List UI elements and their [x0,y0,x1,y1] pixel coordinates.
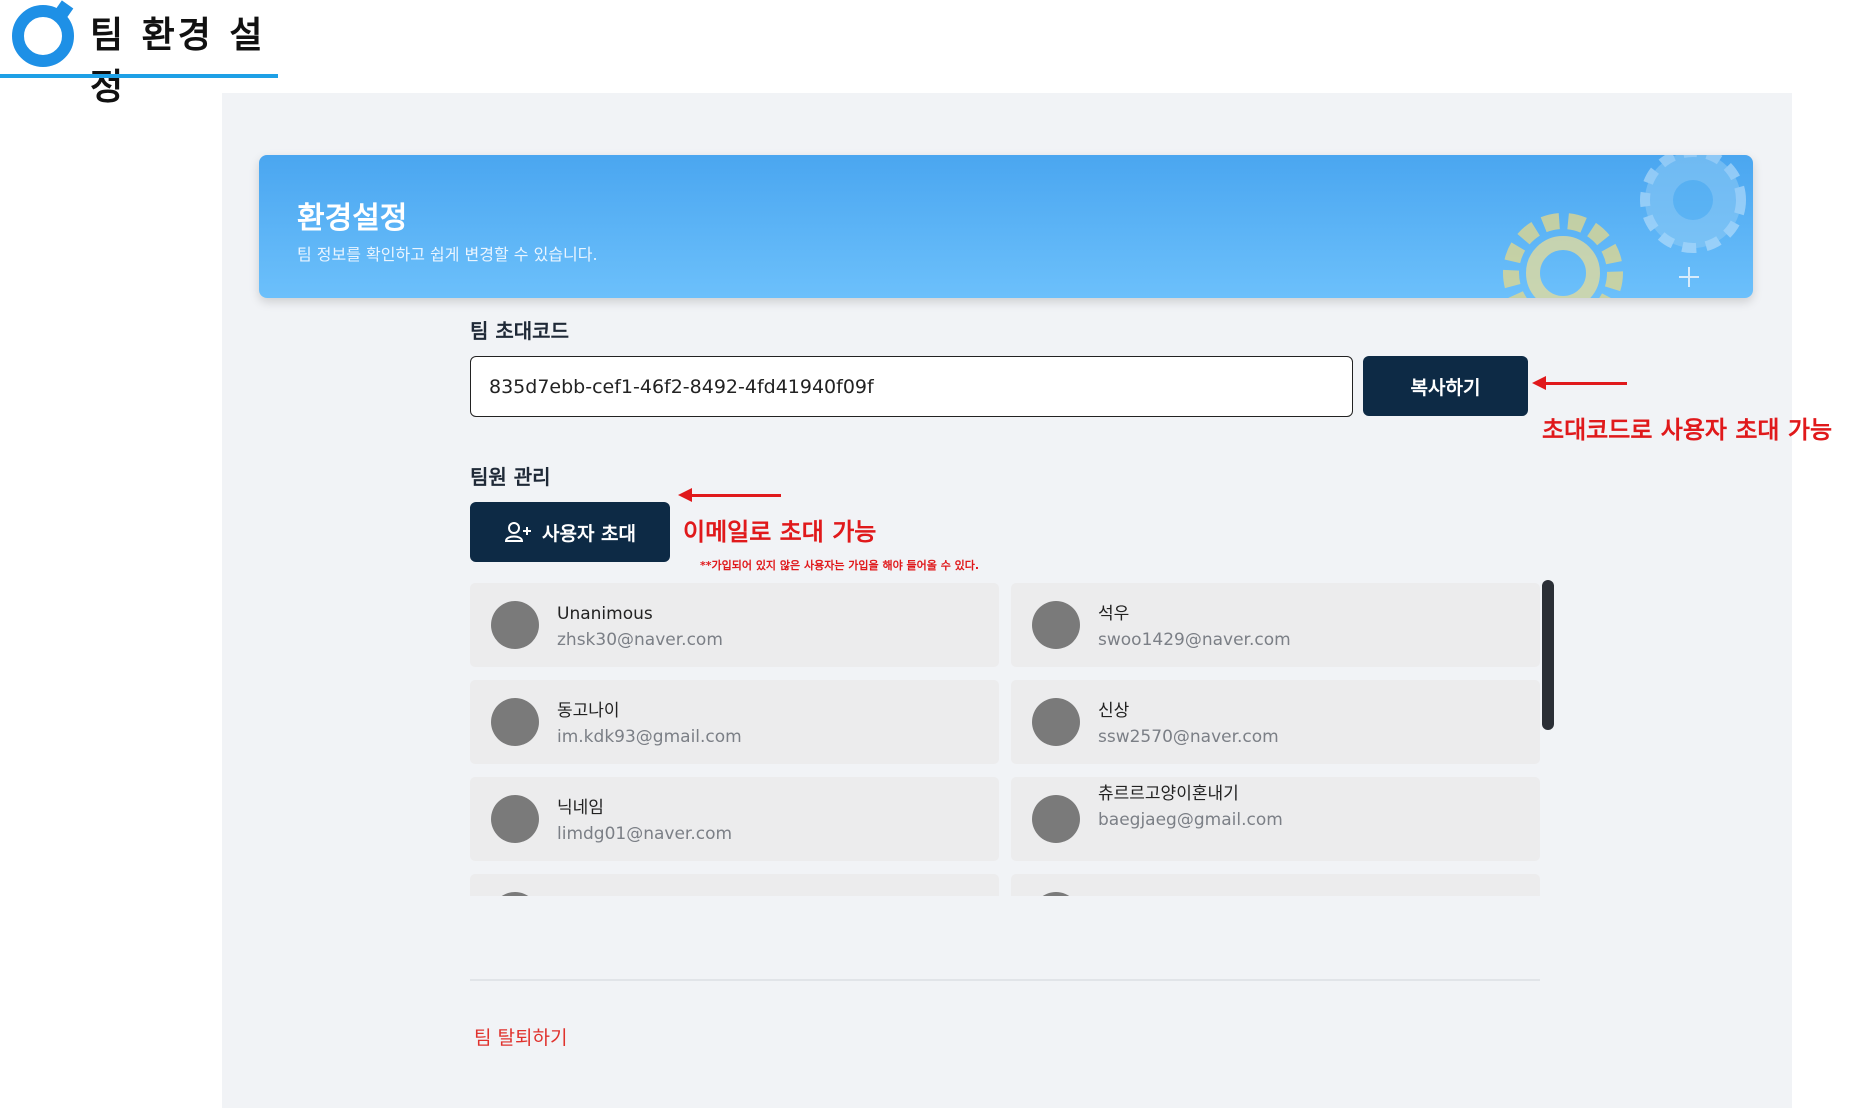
member-email: limdg01@naver.com [557,824,733,844]
member-name: 닉네임 [557,798,604,818]
settings-panel: 환경설정 팀 정보를 확인하고 쉽게 변경할 수 있습니다. 팀 초대코드 복사… [222,93,1792,1108]
member-email: ssw2570@naver.com [1098,727,1279,747]
divider [470,979,1540,981]
avatar [1032,892,1080,896]
avatar [491,601,539,649]
banner-subtitle: 팀 정보를 확인하고 쉽게 변경할 수 있습니다. [297,245,598,264]
avatar [491,795,539,843]
member-card[interactable]: 츄르르고양이혼내기 baegjaeg@gmail.com [1011,777,1540,861]
user-plus-icon [504,522,531,542]
email-note: 이메일로 초대 가능 [683,518,877,546]
gear-illustration-icon [1503,155,1746,298]
member-card[interactable]: 신상 ssw2570@naver.com [1011,680,1540,764]
email-subnote: **가입되어 있지 않은 사용자는 가입을 해야 들어올 수 있다. [700,559,980,572]
avatar [1032,795,1080,843]
member-list-scrollbar[interactable] [1542,580,1554,730]
member-email: zhsk30@naver.com [557,630,723,650]
email-note-arrow-icon [678,488,781,502]
member-card[interactable]: 닉네임 limdg01@naver.com [470,777,999,861]
member-name: 동고나이 [557,701,620,721]
code-note: 초대코드로 사용자 초대 가능 [1542,416,1833,444]
member-name: Unanimous [557,604,653,624]
member-name: 츄르르고양이혼내기 [1098,784,1239,804]
member-card[interactable]: 동고나이 im.kdk93@gmail.com [470,680,999,764]
member-name: 석우 [1098,604,1130,624]
member-card-partial[interactable] [1011,874,1540,896]
member-card-partial[interactable] [470,874,999,896]
doc-heading: 팀 환경 설정 [0,0,278,108]
doc-underline [0,74,278,78]
member-list[interactable]: Unanimous zhsk30@naver.com 석우 swoo1429@n… [470,583,1558,896]
invite-user-button[interactable]: 사용자 초대 [470,502,670,562]
member-name: 신상 [1098,701,1130,721]
page: { "doc_heading": { "title": "팀 환경 설정" },… [0,0,1873,1108]
member-card[interactable]: Unanimous zhsk30@naver.com [470,583,999,667]
code-note-arrow-icon [1532,376,1627,390]
logo-icon [12,5,74,67]
invite-code-input[interactable] [470,356,1353,417]
avatar [491,892,539,896]
member-email: im.kdk93@gmail.com [557,727,742,747]
member-email: baegjaeg@gmail.com [1098,810,1283,830]
avatar [1032,698,1080,746]
leave-team-link[interactable]: 팀 탈퇴하기 [474,1023,567,1050]
settings-banner: 환경설정 팀 정보를 확인하고 쉽게 변경할 수 있습니다. [259,155,1753,298]
members-label: 팀원 관리 [470,465,551,489]
invite-code-label: 팀 초대코드 [470,319,569,343]
banner-title: 환경설정 [297,201,408,236]
member-email: swoo1429@naver.com [1098,630,1291,650]
avatar [1032,601,1080,649]
invite-user-label: 사용자 초대 [541,522,636,545]
copy-button[interactable]: 복사하기 [1363,356,1528,416]
member-card[interactable]: 석우 swoo1429@naver.com [1011,583,1540,667]
avatar [491,698,539,746]
